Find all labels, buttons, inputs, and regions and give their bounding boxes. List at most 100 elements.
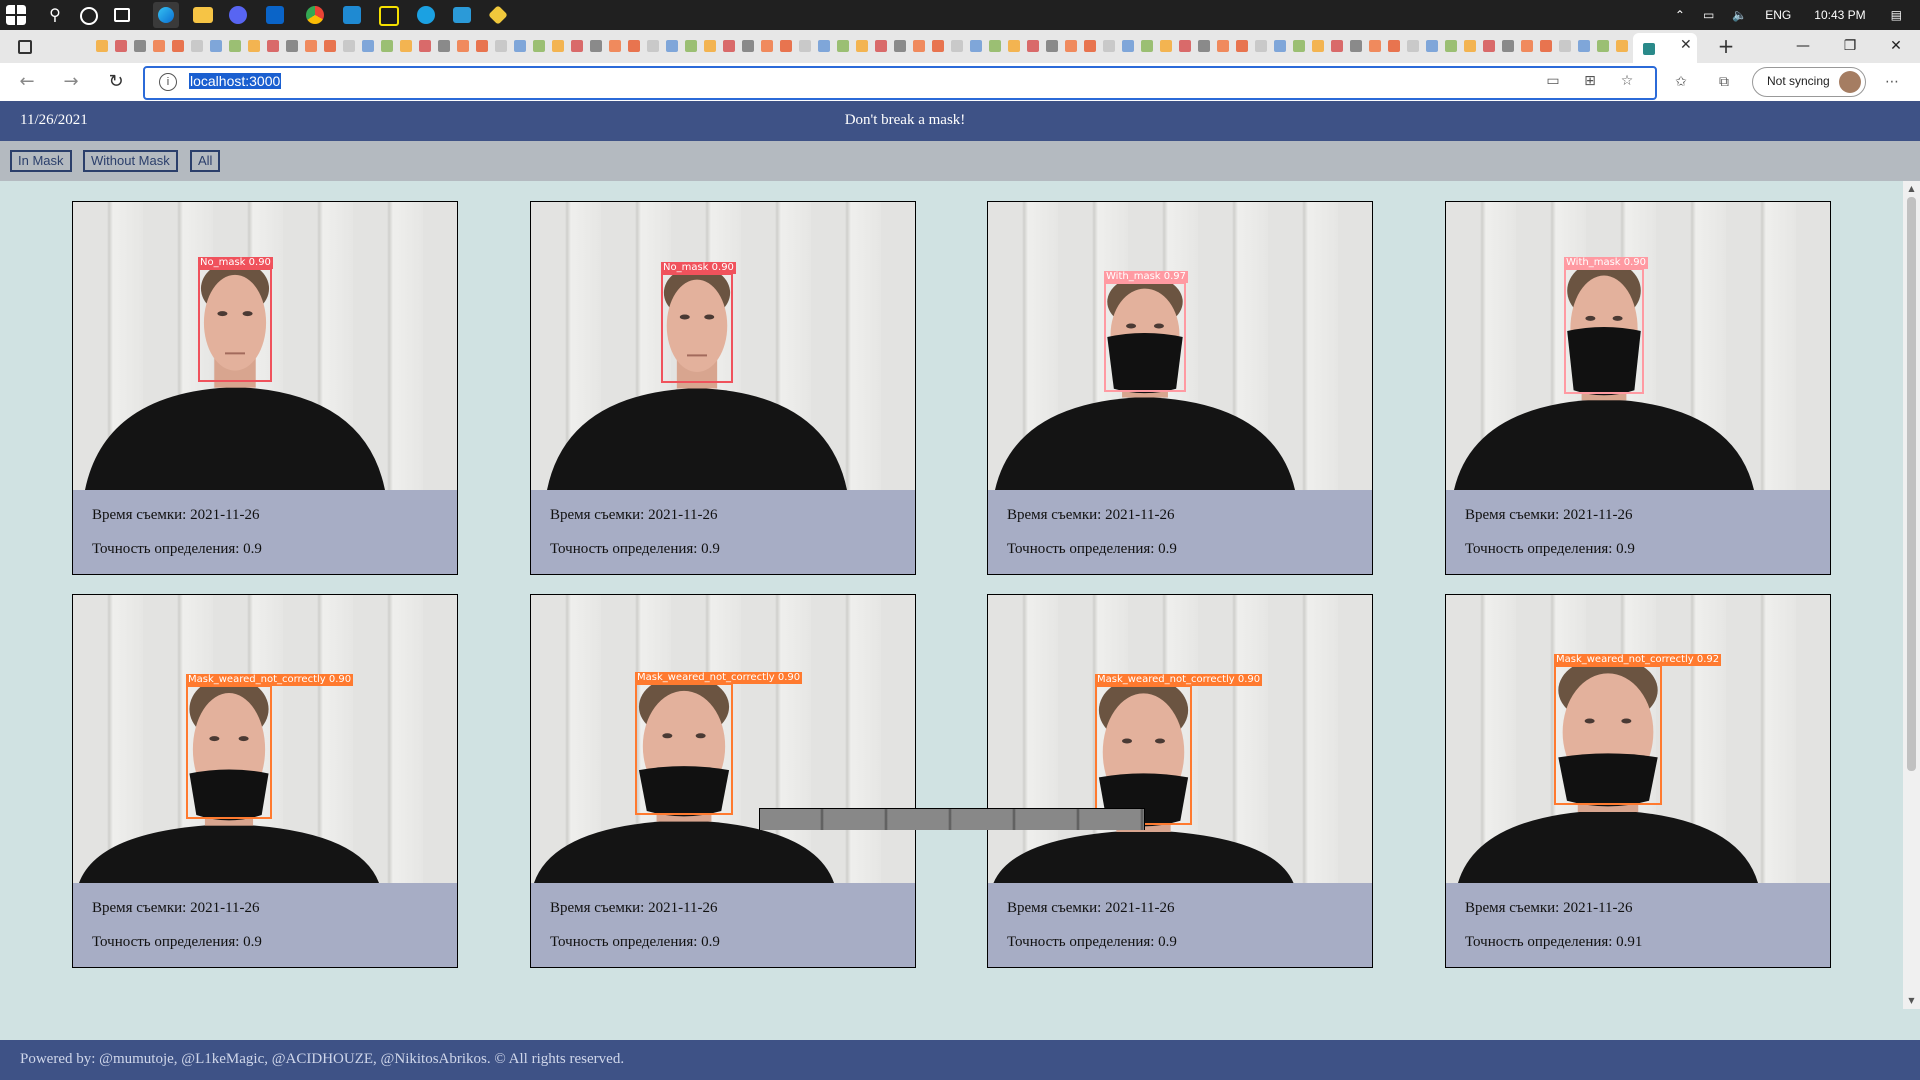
clock[interactable]: 10:43 PM [1814, 8, 1865, 22]
address-bar[interactable]: i localhost:3000 ▭ ⊞ ☆ [143, 66, 1657, 100]
pinned-tab-icon[interactable] [134, 40, 146, 52]
pinned-tab-icon[interactable] [1445, 40, 1457, 52]
pinned-tab-icon[interactable] [362, 40, 374, 52]
pinned-tab-icon[interactable] [286, 40, 298, 52]
pinned-tab-icon[interactable] [913, 40, 925, 52]
refresh-icon[interactable]: ↻ [104, 70, 128, 94]
pinned-tab-icon[interactable] [1198, 40, 1210, 52]
pinned-tab-icon[interactable] [457, 40, 469, 52]
back-icon[interactable]: ← [15, 70, 39, 94]
pinned-tab-icon[interactable] [400, 40, 412, 52]
pinned-tab-icon[interactable] [1559, 40, 1571, 52]
pinned-tab-icon[interactable] [647, 40, 659, 52]
pinned-tab-icon[interactable] [837, 40, 849, 52]
pinned-tab-icon[interactable] [1046, 40, 1058, 52]
pinned-tab-icon[interactable] [305, 40, 317, 52]
pinned-tab-icon[interactable] [799, 40, 811, 52]
pinned-tab-icon[interactable] [1540, 40, 1552, 52]
pinned-tab-icon[interactable] [191, 40, 203, 52]
detection-card[interactable]: No_mask 0.90 Время съемки: 2021-11-26 Точн… [530, 201, 916, 575]
pinned-tab-icon[interactable] [894, 40, 906, 52]
pinned-tab-icon[interactable] [666, 40, 678, 52]
pinned-tab-icon[interactable] [1293, 40, 1305, 52]
outlook-icon[interactable] [266, 6, 284, 24]
pinned-tab-icon[interactable] [96, 40, 108, 52]
scroll-down-icon[interactable]: ▼ [1907, 996, 1916, 1006]
pinned-tab-icon[interactable] [514, 40, 526, 52]
pinned-tab-icon[interactable] [1027, 40, 1039, 52]
filter-all-button[interactable]: All [190, 150, 221, 172]
language-indicator[interactable]: ENG [1765, 8, 1791, 22]
scroll-thumb[interactable] [1907, 197, 1916, 771]
sync-button[interactable]: Not syncing [1752, 67, 1866, 97]
pinned-tab-icon[interactable] [495, 40, 507, 52]
detection-card[interactable]: With_mask 0.97 Время съемки: 2021-11-26 То… [987, 201, 1373, 575]
chrome-icon[interactable] [306, 6, 324, 24]
pinned-tab-icon[interactable] [172, 40, 184, 52]
network-icon[interactable]: ▭ [1703, 8, 1714, 22]
detection-card[interactable]: Mask_weared_not_correctly 0.90 Время съем… [530, 594, 916, 968]
git-icon[interactable] [488, 5, 508, 25]
pinned-tab-icon[interactable] [1331, 40, 1343, 52]
pinned-tab-icon[interactable] [1312, 40, 1324, 52]
pinned-tab-icon[interactable] [1502, 40, 1514, 52]
detection-card[interactable]: Mask_weared_not_correctly 0.90 Время съем… [72, 594, 458, 968]
pinned-tab-icon[interactable] [267, 40, 279, 52]
pinned-tab-icon[interactable] [1065, 40, 1077, 52]
collections-icon[interactable]: ⧉ [1716, 74, 1732, 90]
read-aloud-icon[interactable]: ▭ [1545, 73, 1561, 89]
remote-desktop-icon[interactable] [453, 7, 471, 23]
pinned-tab-icon[interactable] [1388, 40, 1400, 52]
pinned-tab-icon[interactable] [1236, 40, 1248, 52]
pinned-tab-icon[interactable] [1179, 40, 1191, 52]
skype-icon[interactable] [417, 6, 435, 24]
pinned-tab-icon[interactable] [552, 40, 564, 52]
filter-without-mask-button[interactable]: Without Mask [83, 150, 178, 172]
pinned-tab-icon[interactable] [1160, 40, 1172, 52]
restore-icon[interactable]: ❐ [1836, 34, 1864, 58]
detection-card[interactable]: No_mask 0.90 Время съемки: 2021-11-26 Точн… [72, 201, 458, 575]
apps-icon[interactable]: ⊞ [1582, 73, 1598, 89]
more-options-icon[interactable]: ⋯ [1884, 74, 1900, 90]
pinned-tab-icon[interactable] [590, 40, 602, 52]
pinned-tab-icon[interactable] [1369, 40, 1381, 52]
pinned-tab-icon[interactable] [1122, 40, 1134, 52]
pinned-tab-icon[interactable] [761, 40, 773, 52]
info-icon[interactable]: i [159, 73, 177, 91]
pinned-tab-icon[interactable] [742, 40, 754, 52]
pinned-tab-icon[interactable] [571, 40, 583, 52]
pinned-tab-icon[interactable] [533, 40, 545, 52]
pinned-tab-icon[interactable] [723, 40, 735, 52]
pinned-tab-icon[interactable] [115, 40, 127, 52]
pinned-tab-icon[interactable] [381, 40, 393, 52]
edge-app-icon[interactable] [153, 2, 179, 28]
pinned-tab-icon[interactable] [153, 40, 165, 52]
new-tab-button[interactable]: + [1714, 34, 1738, 58]
pinned-tab-icon[interactable] [856, 40, 868, 52]
close-tab-icon[interactable]: ✕ [1680, 37, 1696, 57]
page-scrollbar[interactable]: ▲ ▼ [1903, 181, 1920, 1009]
url-text[interactable]: localhost:3000 [189, 73, 282, 89]
pinned-tab-icon[interactable] [210, 40, 222, 52]
forward-icon[interactable]: → [59, 70, 83, 94]
pinned-tab-icon[interactable] [1464, 40, 1476, 52]
pinned-tab-icon[interactable] [780, 40, 792, 52]
pinned-tab-icon[interactable] [1084, 40, 1096, 52]
pinned-tab-icon[interactable] [1255, 40, 1267, 52]
vscode-icon[interactable] [343, 6, 361, 24]
pinned-tab-icon[interactable] [1008, 40, 1020, 52]
pinned-tab-icon[interactable] [229, 40, 241, 52]
pycharm-icon[interactable] [379, 6, 399, 26]
discord-icon[interactable] [229, 6, 247, 24]
pinned-tab-icon[interactable] [970, 40, 982, 52]
pinned-tab-icon[interactable] [951, 40, 963, 52]
close-window-icon[interactable]: ✕ [1882, 34, 1910, 58]
pinned-tab-icon[interactable] [1350, 40, 1362, 52]
pinned-tab-icon[interactable] [609, 40, 621, 52]
pinned-tab-icon[interactable] [704, 40, 716, 52]
detection-card[interactable]: Mask_weared_not_correctly 0.90 Время съем… [987, 594, 1373, 968]
pinned-tab-icon[interactable] [1217, 40, 1229, 52]
tab-actions-icon[interactable] [18, 40, 32, 54]
file-explorer-icon[interactable] [193, 7, 213, 23]
scroll-up-icon[interactable]: ▲ [1907, 184, 1916, 194]
